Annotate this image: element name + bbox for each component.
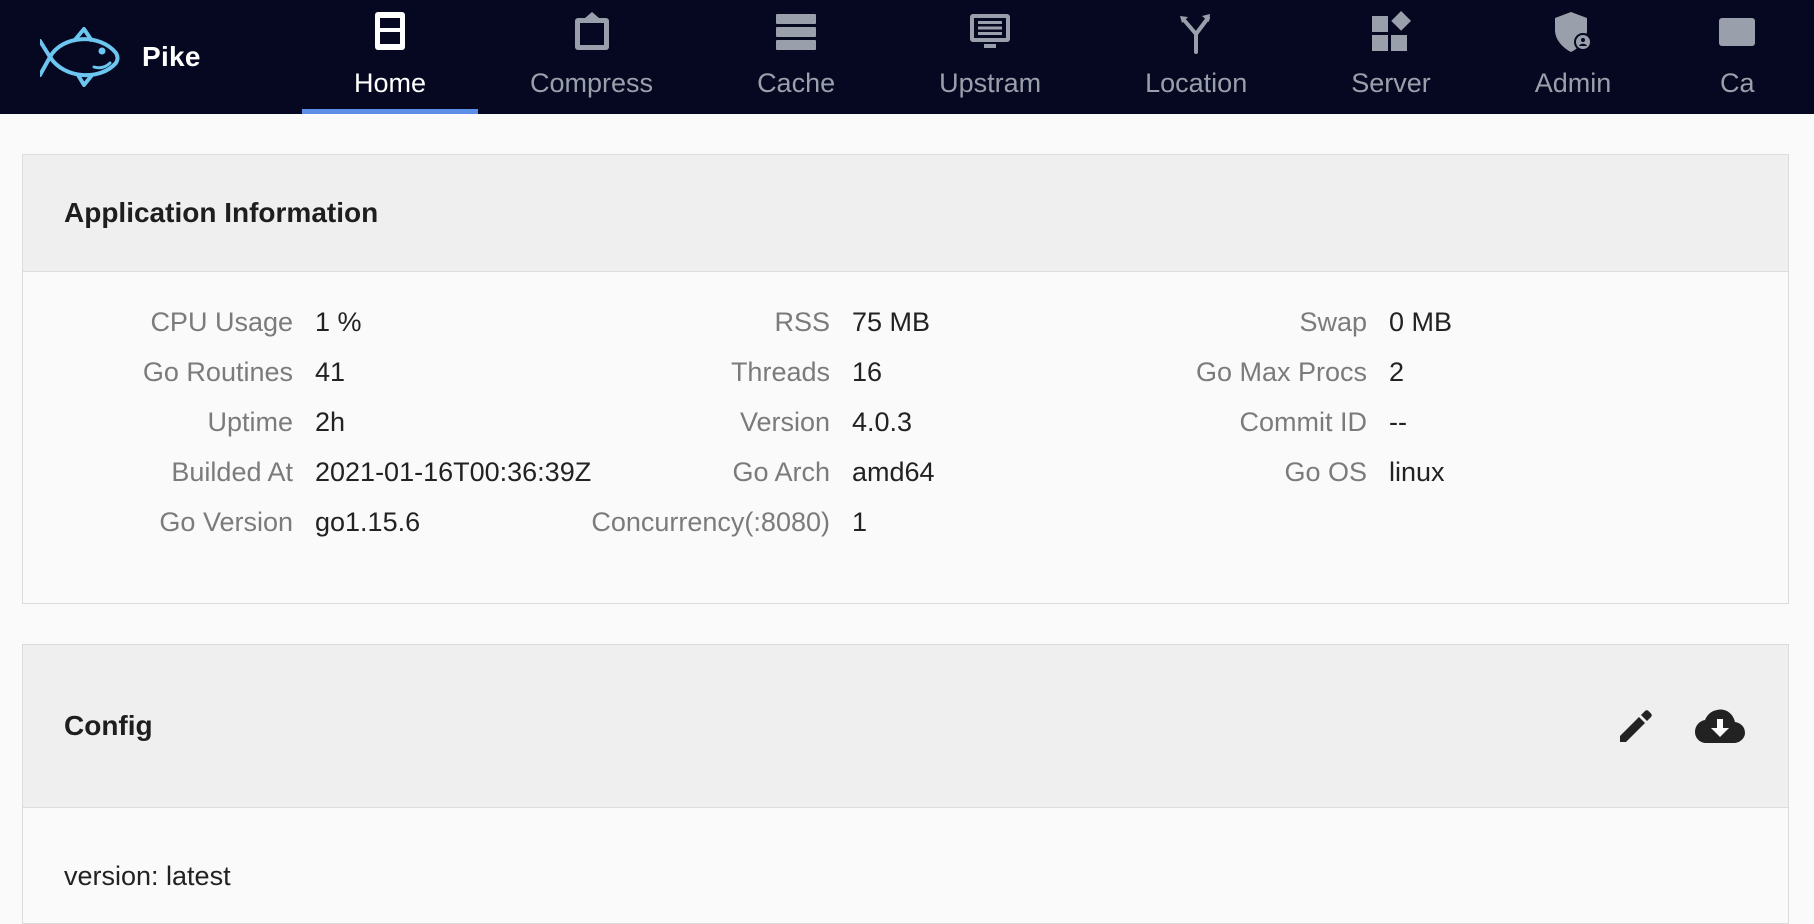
info-value: linux — [1389, 456, 1445, 487]
brand[interactable]: Pike — [40, 0, 201, 114]
config-actions — [1579, 699, 1747, 753]
config-title: Config — [64, 710, 153, 741]
nav-item-more[interactable]: Ca — [1663, 0, 1811, 114]
nav-label: Location — [1145, 68, 1248, 98]
nav-item-compress[interactable]: Compress — [478, 0, 705, 114]
app-info-header: Application Information — [23, 155, 1788, 272]
nav-label: Compress — [530, 68, 654, 98]
server-icon — [1371, 10, 1412, 51]
home-icon — [375, 12, 406, 50]
info-item-concurrency-8080: Concurrency(:8080) 1 — [23, 502, 1790, 542]
nav-label: Cache — [757, 68, 836, 98]
admin-icon — [1555, 12, 1593, 52]
nav-label: Ca — [1720, 68, 1755, 98]
nav-item-location[interactable]: Location — [1093, 0, 1299, 114]
main-nav: Home Compress Cache Upstram Location Ser… — [302, 0, 1811, 114]
nav-label: Server — [1351, 68, 1431, 98]
nav-item-cache[interactable]: Cache — [705, 0, 887, 114]
app-name: Pike — [142, 41, 201, 72]
info-value: -- — [1389, 406, 1407, 437]
cache-icon — [776, 14, 817, 50]
config-body: version: latest — [23, 808, 1788, 896]
info-value: 0 MB — [1389, 306, 1453, 337]
info-item-swap: Swap 0 MB — [23, 302, 1790, 342]
info-item-go-os: Go OS linux — [23, 452, 1790, 492]
info-label: Commit ID — [1239, 406, 1368, 437]
info-value: 2 — [1389, 356, 1405, 387]
upstream-icon — [970, 14, 1011, 48]
nav-item-admin[interactable]: Admin — [1483, 0, 1664, 114]
info-label: Concurrency(:8080) — [591, 506, 830, 537]
fish-logo-icon — [40, 27, 120, 87]
config-header: Config — [23, 645, 1788, 808]
location-icon — [1180, 14, 1211, 54]
cloud-download-icon — [1695, 709, 1745, 743]
info-item-go-max-procs: Go Max Procs 2 — [23, 352, 1790, 392]
app-info-card: Application Information CPU Usage 1 % RSS 7… — [22, 154, 1789, 604]
nav-label: Admin — [1534, 68, 1612, 98]
app-info-title: Application Information — [64, 197, 379, 228]
edit-config-button[interactable] — [1609, 699, 1663, 753]
info-label: Swap — [1299, 306, 1367, 337]
nav-item-home[interactable]: Home — [302, 0, 479, 114]
more-icon — [1719, 18, 1756, 46]
info-item-commit-id: Commit ID -- — [23, 402, 1790, 442]
top-navbar: Pike Home Compress Cache Upstram Locatio… — [0, 0, 1814, 114]
nav-label: Home — [354, 68, 427, 98]
config-card: Config version: latest — [22, 644, 1789, 924]
nav-label: Upstram — [939, 68, 1042, 98]
info-label: Go Max Procs — [1195, 356, 1367, 387]
info-value: 1 — [852, 506, 868, 537]
download-config-button[interactable] — [1693, 699, 1747, 753]
config-line: version: latest — [64, 861, 231, 891]
nav-item-upstream[interactable]: Upstram — [887, 0, 1093, 114]
edit-icon — [1620, 710, 1652, 742]
compress-icon — [574, 12, 609, 50]
nav-item-server[interactable]: Server — [1299, 0, 1483, 114]
app-info-grid: CPU Usage 1 % RSS 75 MB Swap 0 MB Go Routines 4… — [23, 272, 1788, 604]
info-label: Go OS — [1284, 456, 1367, 487]
